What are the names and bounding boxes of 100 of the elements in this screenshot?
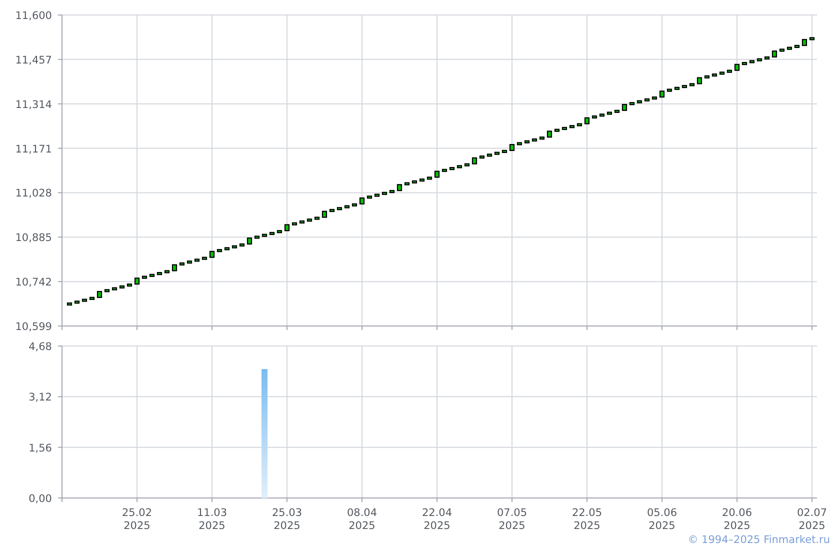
candle: [269, 232, 275, 236]
axis-label: 10,599: [15, 321, 52, 333]
candle: [786, 46, 792, 50]
candle: [352, 203, 358, 206]
candle: [336, 207, 342, 210]
candle: [442, 168, 448, 172]
candle: [554, 128, 560, 132]
axis-label: 20.06 2025: [722, 507, 752, 532]
candle: [479, 156, 485, 159]
candle: [156, 272, 162, 276]
axis-label: 10,885: [15, 232, 52, 244]
candle: [592, 115, 598, 119]
candle: [562, 126, 568, 130]
candle: [666, 88, 672, 92]
candle: [209, 250, 215, 258]
axis-label: 05.06 2025: [646, 507, 677, 532]
axis-label: 11,171: [15, 143, 52, 156]
candle: [142, 276, 148, 279]
candle: [82, 298, 88, 302]
candle: [374, 194, 380, 197]
axis-label: 4,68: [28, 341, 52, 353]
candle: [314, 216, 320, 220]
candle: [756, 58, 762, 62]
candle: [96, 290, 102, 298]
candle: [262, 234, 268, 237]
candle: [689, 83, 695, 86]
candle: [299, 220, 305, 224]
candle: [742, 62, 748, 66]
candle: [344, 205, 350, 208]
candle: [396, 184, 402, 192]
copyright-link[interactable]: © 1994–2025 Finmarket.ru: [688, 534, 830, 546]
candle: [494, 152, 500, 155]
candle: [809, 37, 815, 40]
candle: [659, 90, 665, 98]
candle: [239, 243, 245, 247]
axis-label: 11,600: [15, 10, 52, 22]
candle: [764, 56, 770, 60]
candle: [599, 114, 605, 117]
candle: [524, 140, 530, 144]
candle: [419, 178, 425, 182]
candle: [322, 210, 328, 218]
candle: [712, 73, 718, 77]
candle: [622, 104, 628, 111]
candle: [329, 208, 335, 212]
candle: [569, 125, 575, 128]
candle: [66, 302, 72, 306]
candle: [779, 48, 785, 52]
candle: [404, 182, 410, 186]
candle: [772, 50, 778, 58]
candle: [149, 274, 155, 277]
candle: [202, 256, 208, 260]
axis-label: 02.07 2025: [796, 507, 827, 532]
candle: [359, 197, 365, 204]
axis-label: 11,028: [15, 188, 52, 200]
candle: [434, 170, 440, 178]
candle: [606, 112, 612, 115]
axis-label: 11,314: [15, 98, 52, 111]
candle: [194, 258, 200, 262]
candle: [472, 157, 478, 164]
candle: [104, 289, 110, 292]
candle: [652, 96, 658, 100]
candle: [802, 39, 808, 46]
candle: [502, 150, 508, 154]
candle: [179, 262, 185, 266]
candle: [119, 285, 125, 288]
axis-label: 10,742: [15, 276, 52, 289]
candle: [749, 60, 755, 64]
candle: [89, 296, 95, 300]
axis-label: 22.04 2025: [422, 507, 452, 532]
axis-label: 0,00: [28, 493, 52, 505]
candle: [412, 180, 418, 184]
candle: [74, 300, 80, 304]
candle: [276, 230, 282, 234]
candle: [726, 70, 732, 73]
candle: [134, 278, 140, 285]
candle: [246, 238, 252, 245]
axis-label: 08.04 2025: [346, 507, 378, 532]
candle: [366, 196, 372, 199]
candle: [186, 260, 192, 264]
candle: [224, 247, 230, 250]
candle: [794, 44, 800, 48]
candle: [539, 136, 545, 140]
axis-label: 25.02 2025: [122, 507, 152, 532]
axis-label: 3,12: [28, 392, 52, 404]
candle: [112, 287, 118, 290]
candle: [704, 75, 710, 78]
candle: [456, 165, 462, 168]
axis-label: 07.05 2025: [496, 507, 528, 532]
candle: [464, 163, 470, 166]
candle: [719, 72, 725, 75]
candle: [172, 264, 178, 272]
axis-label: 11,457: [15, 54, 52, 66]
candle: [576, 123, 582, 126]
candle: [674, 86, 680, 90]
candle: [254, 236, 260, 239]
candle: [516, 142, 522, 146]
candle: [232, 245, 238, 248]
candle: [636, 100, 642, 104]
candle: [126, 284, 132, 287]
candle: [164, 270, 170, 274]
